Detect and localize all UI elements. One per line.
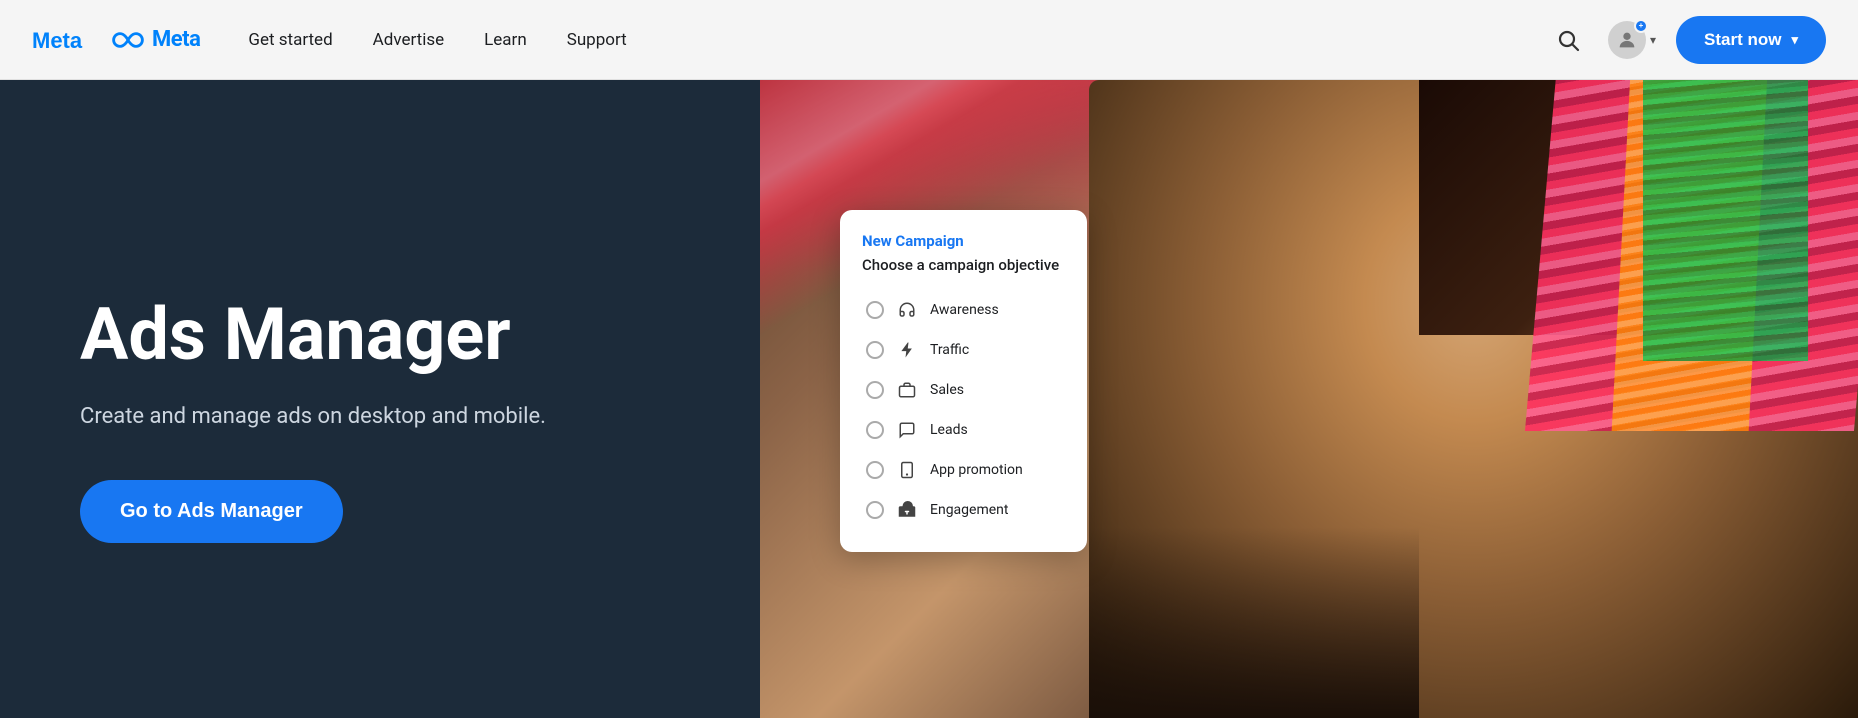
traffic-icon xyxy=(896,339,918,361)
nav-item-advertise[interactable]: Advertise xyxy=(373,30,444,50)
hero-section: Ads Manager Create and manage ads on des… xyxy=(0,80,1858,718)
radio-leads xyxy=(866,421,884,439)
sales-icon xyxy=(896,379,918,401)
main-nav: Get started Advertise Learn Support xyxy=(248,30,1548,50)
meta-wordmark: Meta xyxy=(152,27,200,52)
campaign-option-traffic[interactable]: Traffic xyxy=(862,330,1059,370)
leads-label: Leads xyxy=(930,422,968,438)
start-now-chevron-icon: ▾ xyxy=(1791,32,1798,48)
radio-sales xyxy=(866,381,884,399)
hero-left: Ads Manager Create and manage ads on des… xyxy=(0,80,760,718)
logo-area: Meta Meta xyxy=(32,26,200,54)
start-now-button[interactable]: Start now ▾ xyxy=(1676,16,1826,64)
radio-awareness xyxy=(866,301,884,319)
go-to-ads-manager-button[interactable]: Go to Ads Manager xyxy=(80,480,343,543)
hero-image-area: New Campaign Choose a campaign objective… xyxy=(760,80,1858,718)
notification-badge-plus: + xyxy=(1639,21,1644,30)
header-right: + ▾ Start now ▾ xyxy=(1548,16,1826,64)
campaign-card-title: New Campaign xyxy=(862,232,1059,250)
engagement-label: Engagement xyxy=(930,502,1008,518)
nav-item-support[interactable]: Support xyxy=(567,30,627,50)
avatar: + xyxy=(1608,21,1646,59)
search-button[interactable] xyxy=(1548,20,1588,60)
meta-infinity-icon xyxy=(112,28,144,52)
campaign-option-awareness[interactable]: Awareness xyxy=(862,290,1059,330)
campaign-option-leads[interactable]: Leads xyxy=(862,410,1059,450)
start-now-label: Start now xyxy=(1704,30,1781,50)
hero-title: Ads Manager xyxy=(80,295,680,374)
traffic-label: Traffic xyxy=(930,342,969,358)
notification-badge: + xyxy=(1634,19,1648,33)
campaign-option-app-promotion[interactable]: App promotion xyxy=(862,450,1059,490)
engagement-icon xyxy=(896,499,918,521)
awareness-icon xyxy=(896,299,918,321)
campaign-option-engagement[interactable]: Engagement xyxy=(862,490,1059,530)
nav-item-get-started[interactable]: Get started xyxy=(248,30,332,50)
campaign-card: New Campaign Choose a campaign objective… xyxy=(840,210,1087,552)
campaign-card-subtitle: Choose a campaign objective xyxy=(862,256,1059,274)
meta-logo: Meta xyxy=(32,26,112,54)
user-account-button[interactable]: + ▾ xyxy=(1608,21,1656,59)
radio-traffic xyxy=(866,341,884,359)
search-icon xyxy=(1556,28,1580,52)
account-chevron-icon: ▾ xyxy=(1650,33,1656,47)
user-icon xyxy=(1616,29,1638,51)
radio-engagement xyxy=(866,501,884,519)
sales-label: Sales xyxy=(930,382,964,398)
radio-app-promotion xyxy=(866,461,884,479)
header: Meta Meta Get started Advertise Learn Su… xyxy=(0,0,1858,80)
campaign-option-sales[interactable]: Sales xyxy=(862,370,1059,410)
nav-item-learn[interactable]: Learn xyxy=(484,30,527,50)
leads-icon xyxy=(896,419,918,441)
app-promotion-icon xyxy=(896,459,918,481)
hero-subtitle: Create and manage ads on desktop and mob… xyxy=(80,402,680,433)
svg-text:Meta: Meta xyxy=(32,28,83,53)
awareness-label: Awareness xyxy=(930,302,999,318)
app-promotion-label: App promotion xyxy=(930,462,1023,478)
